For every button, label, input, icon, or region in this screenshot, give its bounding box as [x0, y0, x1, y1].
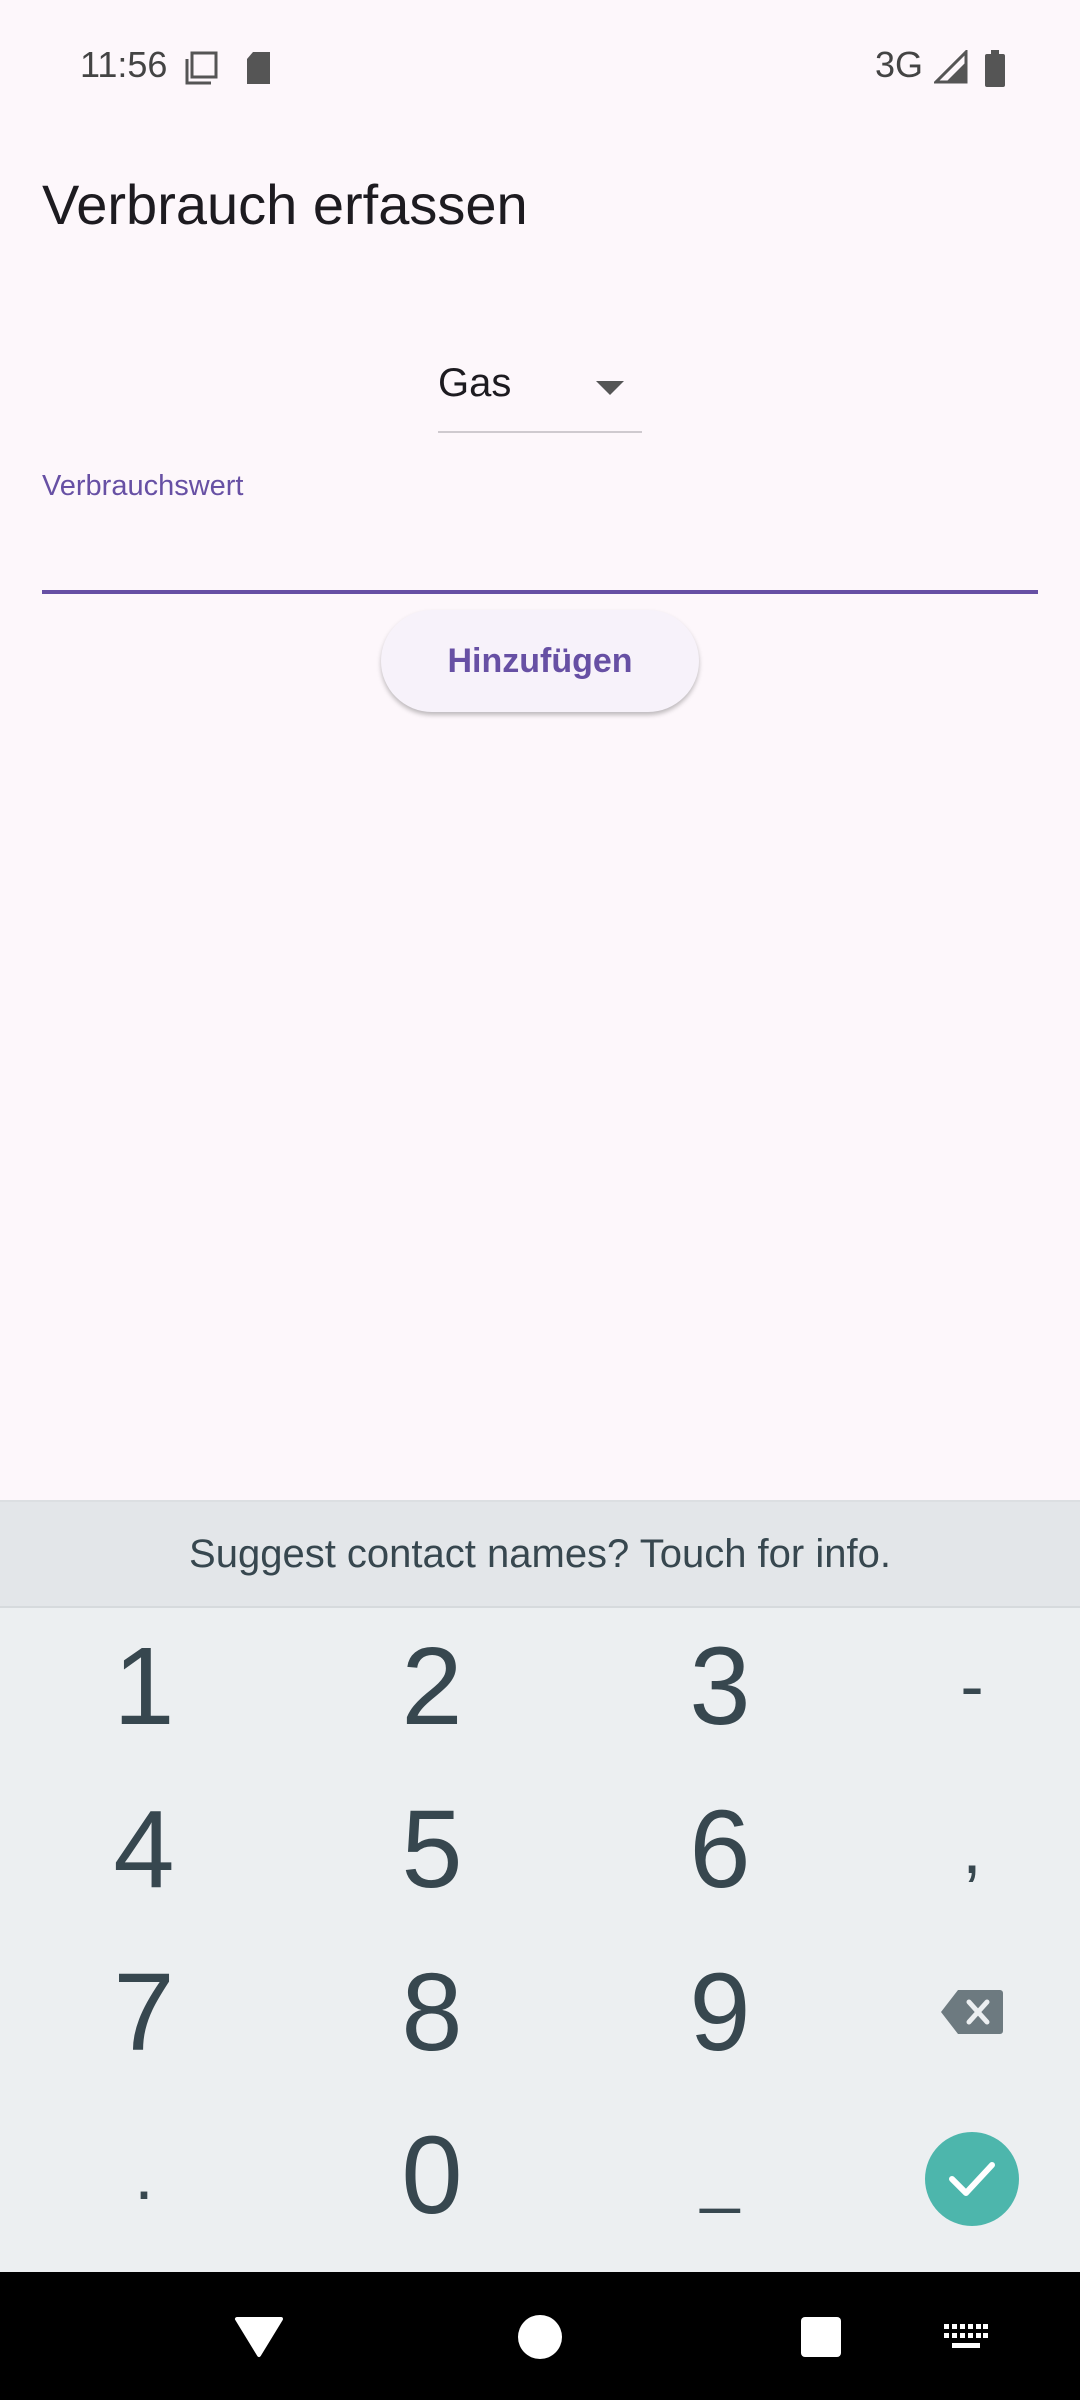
- key-4[interactable]: 4: [9, 1768, 279, 1930]
- key-8[interactable]: 8: [297, 1931, 567, 2093]
- consumption-value-input[interactable]: [42, 520, 1038, 594]
- key-underscore[interactable]: _: [585, 2094, 855, 2256]
- key-9[interactable]: 9: [585, 1931, 855, 2093]
- key-7[interactable]: 7: [9, 1931, 279, 2093]
- key-1[interactable]: 1: [9, 1605, 279, 1767]
- consumption-type-dropdown[interactable]: Gas: [438, 355, 642, 433]
- enter-key[interactable]: [925, 2132, 1019, 2226]
- screenshot-icon: [184, 50, 220, 91]
- key-comma[interactable]: ,: [837, 1768, 1080, 1930]
- checkmark-icon: [949, 2162, 995, 2196]
- network-type: 3G: [875, 44, 924, 85]
- page-title: Verbrauch erfassen: [42, 173, 528, 236]
- battery-icon: [984, 50, 1006, 93]
- key-3[interactable]: 3: [585, 1605, 855, 1767]
- dropdown-selected-value: Gas: [438, 361, 512, 405]
- key-0[interactable]: 0: [297, 2094, 567, 2256]
- signal-icon: [932, 48, 968, 89]
- status-bar: 11:56 3G: [0, 0, 1080, 136]
- keyboard-switch-icon[interactable]: [944, 2324, 988, 2350]
- sd-card-icon: [244, 50, 274, 91]
- backspace-icon: [941, 1990, 1003, 2034]
- navigation-bar: [0, 2272, 1080, 2400]
- add-button[interactable]: Hinzufügen: [381, 610, 699, 712]
- consumption-value-label: Verbrauchswert: [42, 470, 244, 502]
- dropdown-arrow-icon: [596, 381, 624, 395]
- recents-icon[interactable]: [800, 2316, 842, 2358]
- keyboard-suggestion-bar[interactable]: Suggest contact names? Touch for info.: [0, 1500, 1080, 1608]
- key-6[interactable]: 6: [585, 1768, 855, 1930]
- backspace-key[interactable]: [837, 1931, 1080, 2093]
- key-minus[interactable]: -: [837, 1605, 1080, 1767]
- key-period[interactable]: .: [9, 2094, 279, 2256]
- back-icon[interactable]: [234, 2315, 284, 2359]
- key-5[interactable]: 5: [297, 1768, 567, 1930]
- home-icon[interactable]: [517, 2314, 563, 2360]
- key-2[interactable]: 2: [297, 1605, 567, 1767]
- status-time: 11:56: [80, 44, 168, 85]
